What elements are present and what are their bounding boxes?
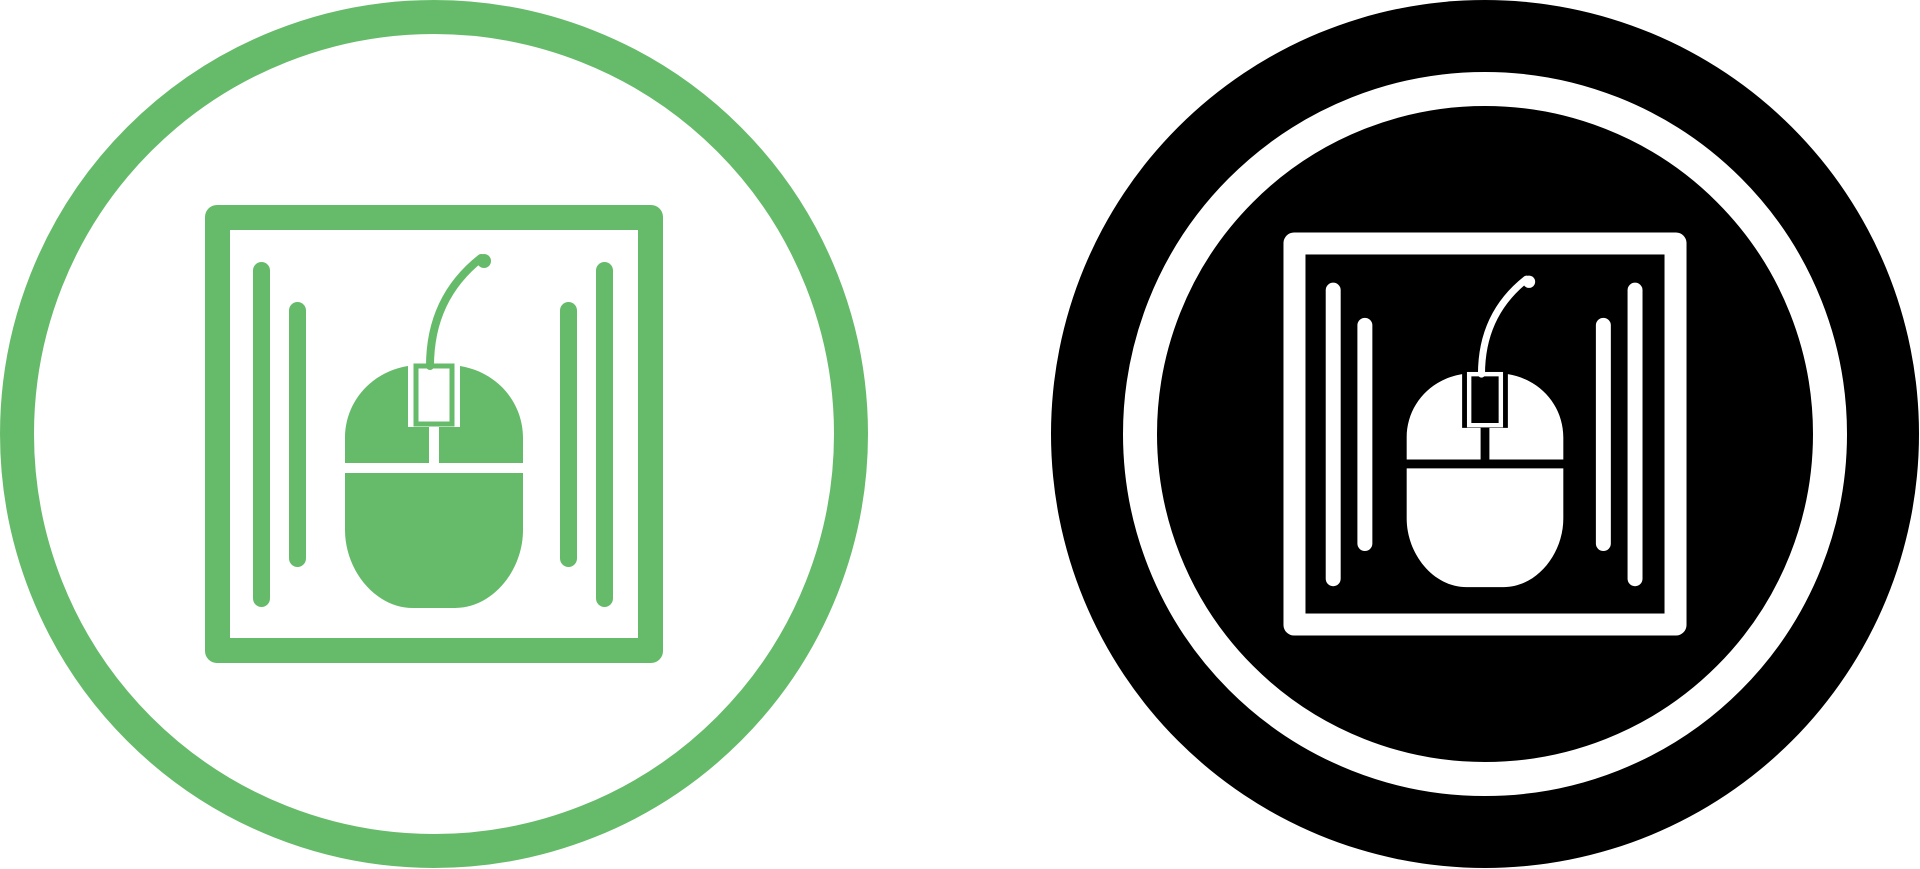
mouse-pad-icon-outline xyxy=(0,0,868,868)
mouse-pad-icon-filled xyxy=(1051,0,1919,868)
icon-sheet-svg xyxy=(0,0,1919,868)
mouse-icon xyxy=(205,205,663,663)
icon-sheet xyxy=(0,0,1920,869)
mouse-icon xyxy=(1283,232,1686,635)
